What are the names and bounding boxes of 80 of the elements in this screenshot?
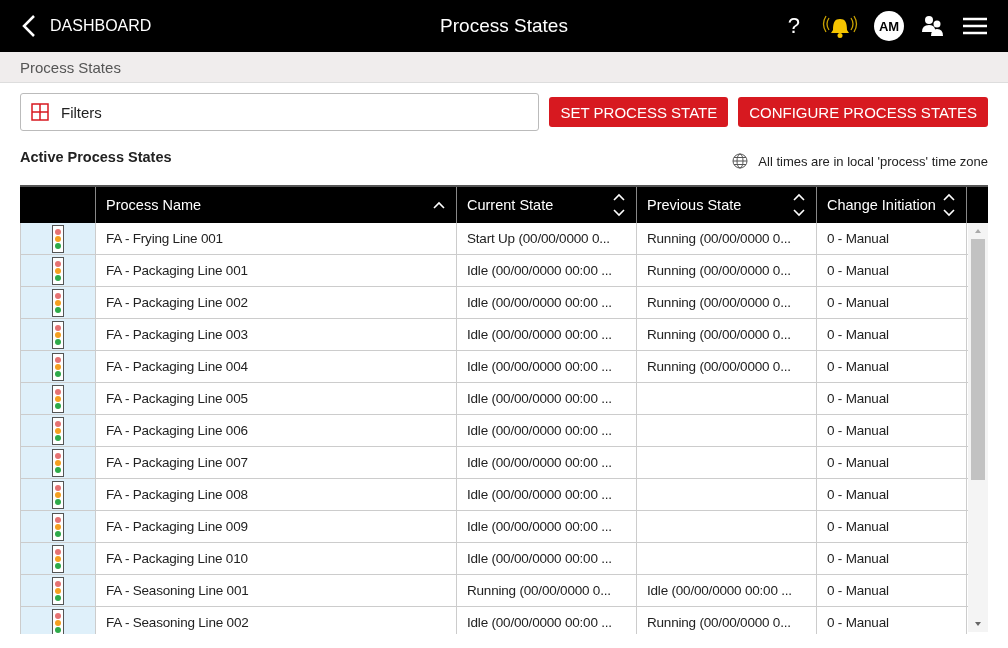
cell-text: Idle (00/00/0000 00:00 ...	[467, 487, 612, 502]
traffic-light-icon	[52, 512, 64, 541]
back-button[interactable]: DASHBOARD	[0, 6, 152, 46]
traffic-light-icon	[52, 416, 64, 445]
cell-text: Idle (00/00/0000 00:00 ...	[467, 423, 612, 438]
traffic-light-icon	[52, 352, 64, 381]
cell-text: FA - Seasoning Line 001	[106, 583, 249, 598]
timezone-note: All times are in local 'process' time zone	[758, 153, 988, 169]
action-button[interactable]: CONFIGURE PROCESS STATES	[738, 97, 988, 127]
cell-text: FA - Packaging Line 003	[106, 327, 248, 342]
cell-text: FA - Packaging Line 008	[106, 487, 248, 502]
cell-text: Idle (00/00/0000 00:00 ...	[467, 615, 612, 630]
cell-text: Idle (00/00/0000 00:00 ...	[467, 263, 612, 278]
cell-text: Start Up (00/00/0000 0...	[467, 231, 610, 246]
expand-plus-icon	[31, 103, 49, 121]
cell-text: Running (00/00/0000 0...	[467, 583, 611, 598]
cell-text: FA - Frying Line 001	[106, 231, 223, 246]
cell-text: 0 - Manual	[827, 359, 889, 374]
page-title: Process States	[440, 15, 568, 37]
vertical-scrollbar[interactable]	[968, 223, 988, 632]
cell-text: Idle (00/00/0000 00:00 ...	[467, 551, 612, 566]
cell-text: Idle (00/00/0000 00:00 ...	[647, 583, 792, 598]
cell-text: Running (00/00/0000 0...	[647, 359, 791, 374]
traffic-light-icon	[52, 448, 64, 477]
help-button[interactable]: ?	[781, 13, 806, 39]
users-icon[interactable]	[920, 14, 946, 38]
cell-text: 0 - Manual	[827, 231, 889, 246]
column-header[interactable]: Change Initiation	[817, 187, 967, 223]
cell-text: Idle (00/00/0000 00:00 ...	[467, 391, 612, 406]
section-title: Active Process States	[20, 149, 172, 165]
cell-text: 0 - Manual	[827, 583, 889, 598]
cell-text: Running (00/00/0000 0...	[647, 231, 791, 246]
cell-text: Idle (00/00/0000 00:00 ...	[467, 519, 612, 534]
cell-text: Idle (00/00/0000 00:00 ...	[467, 455, 612, 470]
column-header[interactable]: Process Name	[96, 187, 457, 223]
traffic-light-icon	[52, 224, 64, 253]
cell-text: 0 - Manual	[827, 615, 889, 630]
cell-text: 0 - Manual	[827, 423, 889, 438]
cell-text: FA - Packaging Line 004	[106, 359, 248, 374]
cell-text: FA - Packaging Line 006	[106, 423, 248, 438]
globe-icon	[732, 153, 749, 169]
cell-text: 0 - Manual	[827, 487, 889, 502]
traffic-light-icon	[52, 384, 64, 413]
cell-text: 0 - Manual	[827, 327, 889, 342]
cell-text: Running (00/00/0000 0...	[647, 295, 791, 310]
traffic-light-icon	[52, 544, 64, 573]
cell-text: FA - Packaging Line 007	[106, 455, 248, 470]
cell-text: FA - Packaging Line 002	[106, 295, 248, 310]
traffic-light-icon	[52, 256, 64, 285]
breadcrumb[interactable]: Process States	[20, 58, 121, 76]
traffic-light-icon	[52, 288, 64, 317]
cell-text: 0 - Manual	[827, 263, 889, 278]
cell-text: Running (00/00/0000 0...	[647, 263, 791, 278]
cell-text: 0 - Manual	[827, 455, 889, 470]
cell-text: FA - Seasoning Line 002	[106, 615, 249, 630]
traffic-light-icon	[52, 608, 64, 634]
cell-text: Idle (00/00/0000 00:00 ...	[467, 295, 612, 310]
column-header[interactable]: Current State	[457, 187, 637, 223]
cell-text: FA - Packaging Line 010	[106, 551, 248, 566]
cell-text: Idle (00/00/0000 00:00 ...	[467, 359, 612, 374]
cell-text: FA - Packaging Line 005	[106, 391, 248, 406]
cell-text: 0 - Manual	[827, 295, 889, 310]
menu-icon[interactable]	[962, 16, 988, 36]
traffic-light-icon	[52, 320, 64, 349]
cell-text: 0 - Manual	[827, 551, 889, 566]
traffic-light-icon	[52, 480, 64, 509]
cell-text: Running (00/00/0000 0...	[647, 327, 791, 342]
cell-text: Idle (00/00/0000 00:00 ...	[467, 327, 612, 342]
back-chevron-icon	[22, 14, 36, 38]
cell-text: 0 - Manual	[827, 519, 889, 534]
filters-toggle[interactable]: Filters	[20, 93, 540, 131]
action-button[interactable]: SET PROCESS STATE	[549, 97, 729, 127]
cell-text: FA - Packaging Line 001	[106, 263, 248, 278]
traffic-light-icon	[52, 576, 64, 605]
cell-text: Running (00/00/0000 0...	[647, 615, 791, 630]
cell-text: FA - Packaging Line 009	[106, 519, 248, 534]
column-header[interactable]: Previous State	[637, 187, 817, 223]
scroll-down-icon[interactable]	[973, 620, 983, 628]
cell-text: 0 - Manual	[827, 391, 889, 406]
user-avatar[interactable]: AM	[874, 11, 904, 41]
